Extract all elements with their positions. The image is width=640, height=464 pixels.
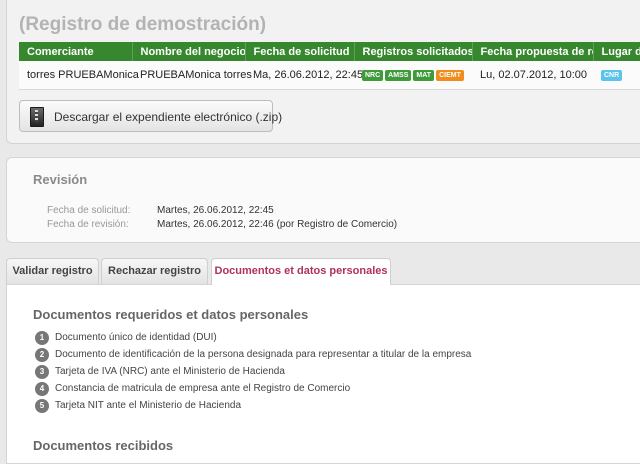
cell-fecha-retiro: Lu, 02.07.2012, 10:00 <box>472 61 593 90</box>
cell-fecha-solicitud: Ma, 26.06.2012, 22:45 <box>245 61 363 90</box>
page-title: (Registro de demostración) <box>19 14 267 35</box>
review-title: Revisión <box>33 172 88 187</box>
badge-mat: MAT <box>413 69 435 81</box>
download-zip-button[interactable]: Descargar el expendiente electrónico (.z… <box>19 100 282 132</box>
registration-table: Comerciante Nombre del negocio Fecha de … <box>19 42 640 90</box>
document-label: Constancia de matricula de empresa ante … <box>55 383 351 394</box>
documents-required-title: Documentos requeridos et datos personale… <box>33 307 309 322</box>
tab-validar-registro[interactable]: Validar registro <box>6 258 99 284</box>
column-header-negocio: Nombre del negocio <box>132 42 246 61</box>
table-row[interactable]: torres PRUEBAMonica PRUEBAMonica torres … <box>19 61 640 90</box>
review-label-solicitud: Fecha de solicitud: <box>47 205 131 216</box>
documents-received-title: Documentos recibidos <box>33 438 174 453</box>
download-button-label: Descargar el expendiente electrónico (.z… <box>54 110 283 124</box>
number-badge: 4 <box>35 382 49 396</box>
document-label: Documento único de identidad (DUI) <box>55 332 217 343</box>
badge-ciemt: CIEMT <box>436 69 464 81</box>
review-value-revision: Martes, 26.06.2012, 22:46 (por Registro … <box>157 219 398 230</box>
document-label: Documento de identificación de la person… <box>55 349 472 360</box>
tab-documentos-datos-personales[interactable]: Documentos et datos personales <box>211 258 391 285</box>
table-header-row: Comerciante Nombre del negocio Fecha de … <box>19 42 640 61</box>
document-label: Tarjeta NIT ante el Ministerio de Hacien… <box>55 400 242 411</box>
badge-amss: AMSS <box>385 69 412 81</box>
column-header-lugar: Lugar de r <box>593 42 640 61</box>
badge-cnr: CNR <box>601 69 623 81</box>
column-header-fecha-solicitud: Fecha de solicitud <box>245 42 355 61</box>
number-badge: 2 <box>35 348 49 362</box>
cell-lugar: CNR <box>593 61 640 90</box>
column-header-comerciante: Comerciante <box>19 42 133 61</box>
badge-nrc: NRC <box>362 69 384 81</box>
cell-comerciante: torres PRUEBAMonica <box>19 61 139 90</box>
cell-negocio: PRUEBAMonica torres <box>132 61 252 90</box>
number-badge: 3 <box>35 365 49 379</box>
tab-rechazar-registro[interactable]: Rechazar registro <box>101 258 208 284</box>
review-label-revision: Fecha de revisión: <box>47 219 129 230</box>
registration-summary-panel: (Registro de demostración) Comerciante N… <box>6 0 640 144</box>
zip-file-icon <box>30 107 44 127</box>
document-label: Tarjeta de IVA (NRC) ante el Ministerio … <box>55 366 285 377</box>
review-value-solicitud: Martes, 26.06.2012, 22:45 <box>157 205 274 216</box>
number-badge: 1 <box>35 331 49 345</box>
column-header-fecha-retiro: Fecha propuesta de retiro <box>472 42 594 61</box>
tab-content-documentos: Documentos requeridos et datos personale… <box>6 284 640 464</box>
column-header-registros: Registros solicitados <box>354 42 473 61</box>
review-panel: Revisión Fecha de solicitud: Martes, 26.… <box>6 157 640 243</box>
cell-registros: NRC AMSS MAT CIEMT <box>354 61 472 90</box>
number-badge: 5 <box>35 399 49 413</box>
